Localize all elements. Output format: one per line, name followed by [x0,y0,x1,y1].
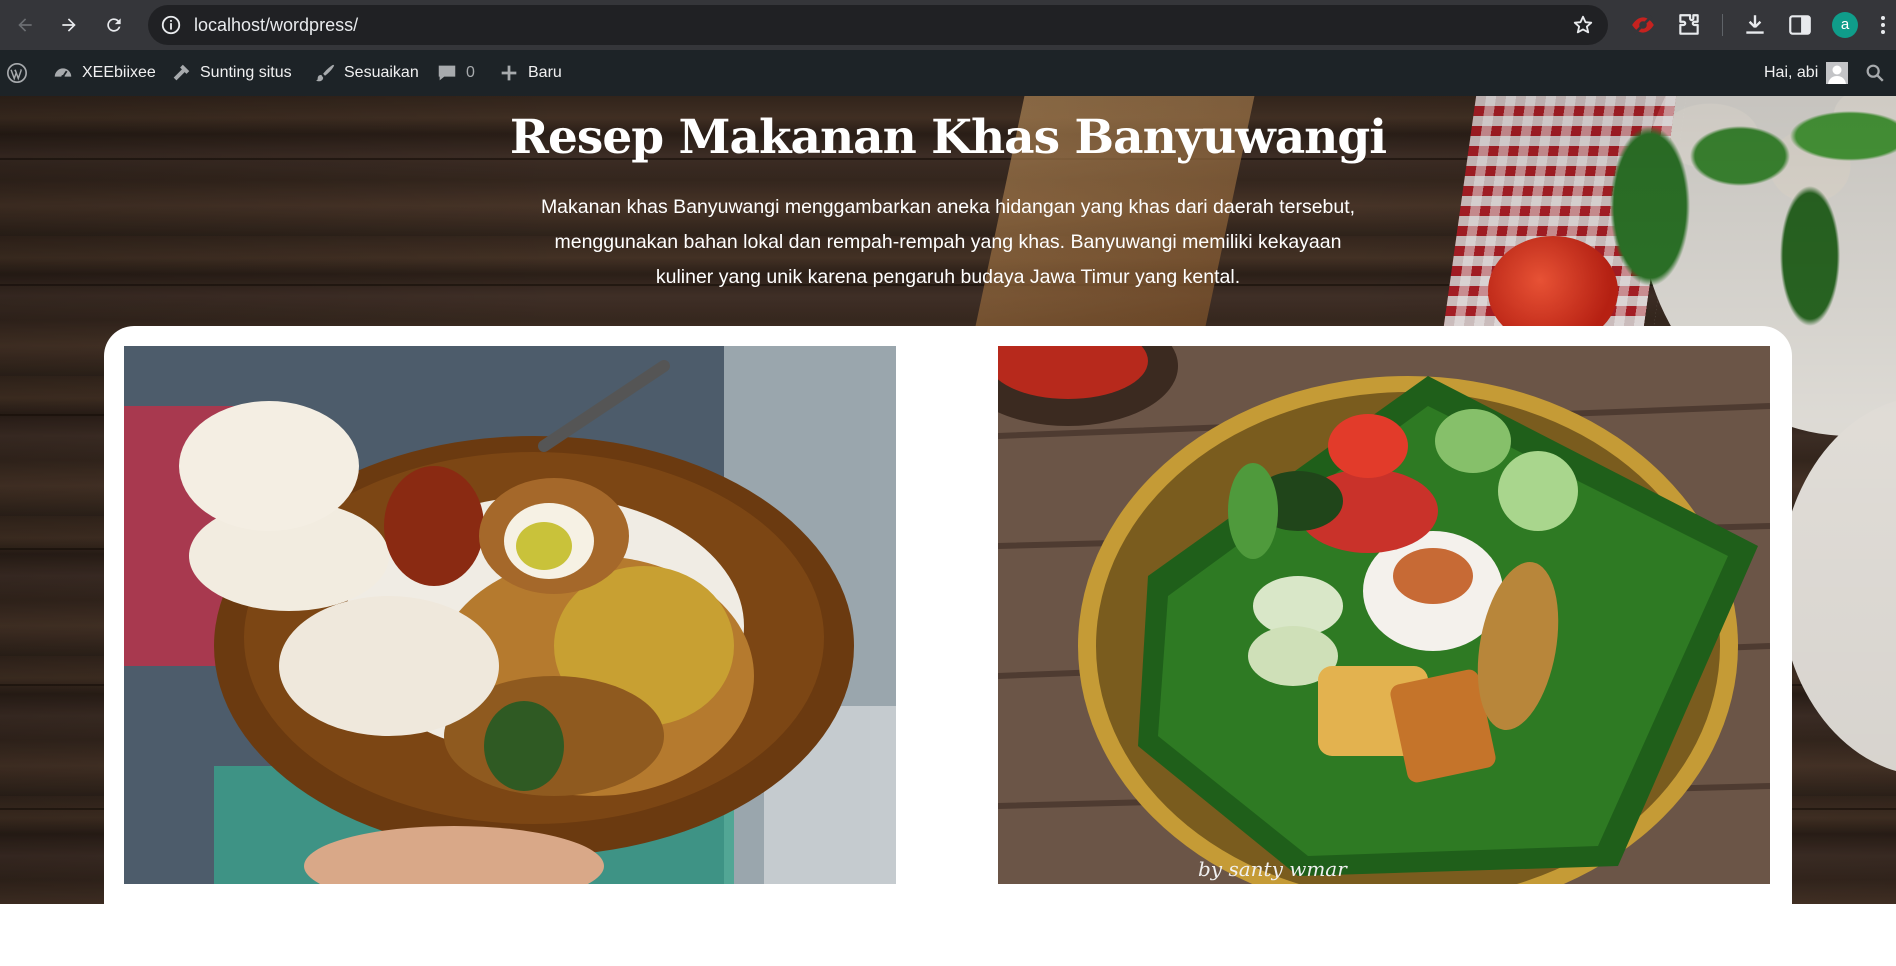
my-account-menu[interactable]: Hai, abi [1764,50,1849,96]
bookmark-star-icon[interactable] [1572,14,1594,36]
wp-admin-bar: XEEbiixee Sunting situs Sesuaikan 0 Baru… [0,50,1896,96]
search-icon [1866,64,1884,82]
photo-watermark: by santy wmar [1198,857,1348,881]
url-text[interactable]: localhost/wordpress/ [194,5,358,45]
arrow-right-icon [62,18,76,32]
site-name-label[interactable]: XEEbiixee [82,64,156,82]
hero-description: Makanan khas Banyuwangi menggambarkan an… [540,196,1356,288]
wordpress-logo-icon [7,63,27,83]
comment-bubble-icon [438,65,456,81]
page-bottom [0,904,1896,956]
paintbrush-icon [315,64,335,82]
side-panel-icon[interactable] [1787,12,1813,38]
site-info-icon[interactable] [160,14,182,36]
site-name-menu[interactable]: XEEbiixee [52,50,156,96]
wordpress-logo-menu[interactable] [6,50,28,96]
comments-link[interactable]: 0 [436,50,475,96]
reload-button[interactable] [98,9,130,41]
edit-site-link[interactable]: Sunting situs [170,50,292,96]
reload-icon [107,18,121,32]
gallery-card: by santy wmar [104,326,1792,966]
customize-link[interactable]: Sesuaikan [314,50,419,96]
new-content-label[interactable]: Baru [528,64,562,82]
address-bar[interactable]: localhost/wordpress/ [148,5,1608,45]
browser-toolbar: localhost/wordpress/ a [0,0,1896,50]
page-title: Resep Makanan Khas Banyuwangi [509,110,1387,165]
nasi-tempong-photo[interactable] [124,346,896,884]
toolbar-separator [1722,14,1723,36]
forward-button[interactable] [53,9,85,41]
comments-count[interactable]: 0 [466,64,475,82]
extensions-puzzle-icon[interactable] [1676,12,1702,38]
user-silhouette-icon [1828,65,1847,84]
more-menu-icon[interactable] [1878,13,1888,37]
edit-site-label[interactable]: Sunting situs [200,64,292,82]
user-avatar[interactable] [1826,62,1849,84]
eye-off-extension-icon[interactable] [1630,12,1656,38]
new-content-menu[interactable]: Baru [498,50,562,96]
profile-avatar[interactable]: a [1832,12,1858,38]
customize-label[interactable]: Sesuaikan [344,64,419,82]
nasi-tempong-image [124,346,896,884]
plus-icon [501,65,517,81]
nasi-banana-leaf-image: by santy wmar [998,346,1770,884]
hammer-icon [173,64,190,81]
dashboard-gauge-icon [54,68,72,79]
nasi-lemak-banana-leaf-photo[interactable]: by santy wmar [998,346,1770,884]
download-icon[interactable] [1742,12,1768,38]
arrow-left-icon [18,18,32,32]
admin-search[interactable] [1864,50,1886,96]
greeting-label[interactable]: Hai, abi [1764,64,1818,82]
back-button[interactable] [9,9,41,41]
